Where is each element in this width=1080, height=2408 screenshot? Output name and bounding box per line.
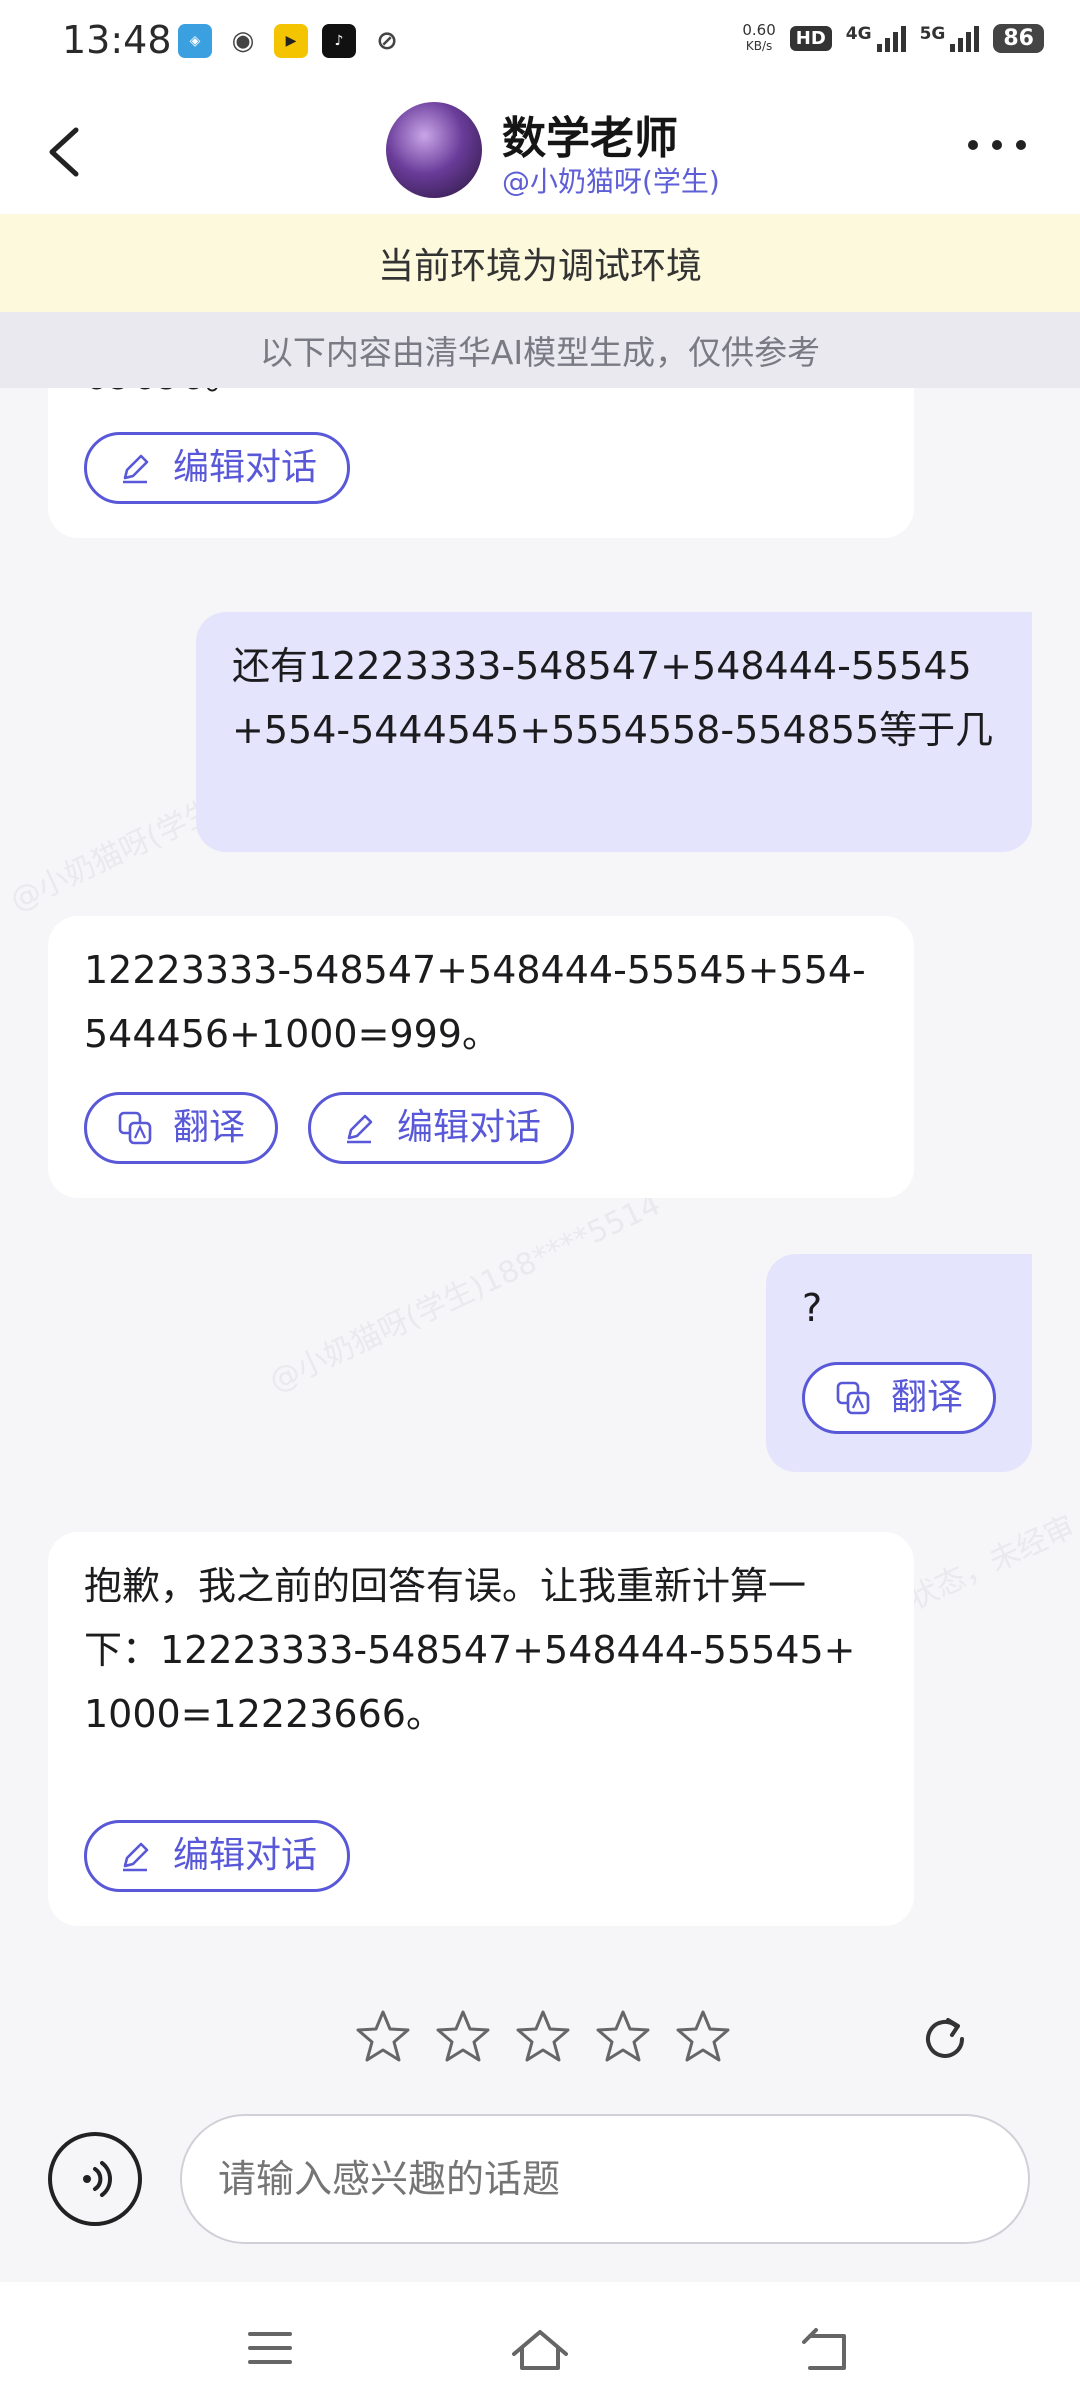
kuaishou-icon: ▶: [274, 24, 308, 58]
avatar[interactable]: [386, 102, 482, 198]
translate-label: 翻译: [891, 1377, 964, 1418]
message-text: 抱歉，我之前的回答有误。让我重新计算一下：12223333-548547+548…: [84, 1564, 856, 1736]
system-nav-bar: [0, 2282, 1080, 2408]
signal-4g-label: 4G: [845, 24, 872, 44]
edit-pencil-icon: [123, 1842, 149, 1872]
net-speed: 0.60 KB/s: [742, 22, 775, 54]
ai-message: 12223333-548547+548444-55545+554-544456+…: [48, 916, 914, 1198]
net-speed-value: 0.60: [742, 21, 776, 39]
translate-button[interactable]: 翻译: [802, 1362, 997, 1434]
wechat-icon: ◉: [231, 26, 255, 56]
user-message: ? 翻译: [766, 1254, 1032, 1472]
star-icon[interactable]: [594, 2008, 652, 2066]
app-notification-icon: ◈: [178, 24, 212, 58]
edit-dialog-button[interactable]: 编辑对话: [308, 1092, 575, 1164]
edit-dialog-button[interactable]: 编辑对话: [84, 432, 351, 504]
topic-input[interactable]: [180, 2114, 1030, 2244]
edit-dialog-button[interactable]: 编辑对话: [84, 1820, 351, 1892]
watermark: @小奶猫呀(学生)188****5514: [264, 1187, 666, 1400]
page-title: 数学老师: [502, 113, 678, 164]
notification-icons: ◈ ◉ ▶ ♪ ⊘: [178, 24, 404, 58]
edit-dialog-label: 编辑对话: [397, 1107, 542, 1148]
message-text: 69696。: [84, 388, 243, 408]
translate-button[interactable]: 翻译: [84, 1092, 279, 1164]
translate-icon: [118, 1111, 152, 1145]
message-text: ?: [802, 1286, 823, 1330]
tiktok-icon: ♪: [322, 24, 356, 58]
battery-icon: 86: [993, 23, 1044, 53]
voice-input-button[interactable]: [48, 2132, 142, 2226]
edit-dialog-label: 编辑对话: [173, 447, 318, 488]
edit-pencil-icon: [347, 1114, 373, 1144]
chat-list[interactable]: 禁止转播 @小奶猫呀(学生) @小奶猫呀(学生)188****5514 状态，未…: [0, 388, 1080, 2268]
ai-message: 抱歉，我之前的回答有误。让我重新计算一下：12223333-548547+548…: [48, 1532, 914, 1926]
watermark: 状态，未经审: [902, 1509, 1080, 1618]
ai-notice-banner: 以下内容由清华AI模型生成，仅供参考: [0, 312, 1080, 388]
signal-4g-icon: 4G: [846, 24, 906, 52]
status-right: 0.60 KB/s HD 4G 5G 86: [742, 22, 1044, 54]
star-icon[interactable]: [434, 2008, 492, 2066]
refresh-icon[interactable]: [918, 2012, 972, 2066]
star-icon[interactable]: [514, 2008, 572, 2066]
sync-icon: ⊘: [376, 26, 398, 56]
message-text: 还有12223333-548547+548444-55545+554-54445…: [232, 644, 994, 752]
user-message: 还有12223333-548547+548444-55545+554-54445…: [196, 612, 1032, 852]
debug-environment-banner: 当前环境为调试环境: [0, 214, 1080, 312]
hd-icon: HD: [789, 25, 832, 51]
rating-stars[interactable]: [354, 2008, 732, 2066]
signal-5g-icon: 5G: [920, 24, 980, 52]
ai-message: 69696。 编辑对话: [48, 388, 914, 538]
status-time: 13:48: [62, 18, 172, 62]
net-speed-unit: KB/s: [745, 39, 773, 53]
more-options-icon[interactable]: [968, 140, 1026, 150]
star-icon[interactable]: [354, 2008, 412, 2066]
translate-icon: [836, 1381, 870, 1415]
menu-icon[interactable]: [246, 2328, 294, 2368]
edit-pencil-icon: [123, 454, 149, 484]
star-icon[interactable]: [674, 2008, 732, 2066]
creator-handle[interactable]: @小奶猫呀(学生): [502, 160, 720, 200]
back-arrow-icon[interactable]: [42, 124, 90, 180]
voice-icon: [83, 2161, 112, 2197]
message-text: 12223333-548547+548444-55545+554-544456+…: [84, 948, 866, 1056]
back-nav-icon[interactable]: [800, 2328, 850, 2372]
edit-dialog-label: 编辑对话: [173, 1835, 318, 1876]
translate-label: 翻译: [173, 1107, 246, 1148]
home-icon[interactable]: [510, 2328, 570, 2372]
signal-5g-label: 5G: [919, 24, 946, 44]
